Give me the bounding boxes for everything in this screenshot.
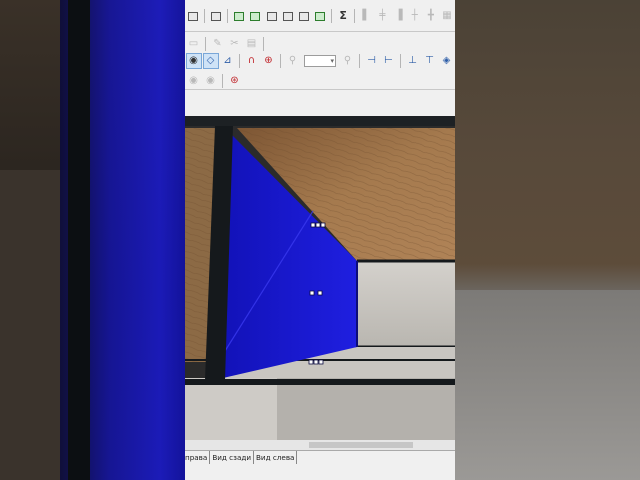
table-icon[interactable]: [233, 9, 246, 23]
toolbar-divider: [185, 31, 455, 32]
paste-icon[interactable]: ▤: [245, 37, 259, 51]
more-icon[interactable]: ╋: [424, 9, 437, 23]
toolbar-separator: [263, 37, 264, 51]
mirror-icon[interactable]: ⊤: [423, 54, 437, 68]
folder-icon[interactable]: ▭: [187, 37, 201, 51]
tab-left-view[interactable]: Вид слева: [254, 451, 298, 464]
flip-icon[interactable]: ⊥: [406, 54, 420, 68]
toolbar-separator: [354, 9, 356, 23]
tab-back-view[interactable]: Вид сзади: [210, 451, 254, 464]
hide-icon[interactable]: ◉: [204, 74, 218, 88]
handle-center[interactable]: [317, 290, 323, 296]
distribute-icon[interactable]: ┼: [408, 9, 421, 23]
target-icon[interactable]: ⊕: [262, 54, 276, 68]
search-icon[interactable]: ⚲: [341, 54, 355, 68]
properties-icon[interactable]: [210, 9, 223, 23]
ceiling-beam: [185, 116, 455, 126]
toolbar-separator: [222, 74, 223, 88]
magnet-icon[interactable]: ∩: [245, 54, 259, 68]
snap-icon[interactable]: ⊣: [365, 54, 379, 68]
toolbar-separator: [400, 54, 401, 68]
align-left-icon[interactable]: ▌: [360, 9, 373, 23]
zoom-select[interactable]: ▾: [304, 55, 336, 67]
sum-icon[interactable]: Σ: [337, 9, 350, 23]
tag-icon[interactable]: ◈: [440, 54, 454, 68]
status-bar: [185, 464, 455, 480]
toolbar-separator: [239, 54, 240, 68]
tab-right-view[interactable]: права: [185, 451, 211, 464]
view-toolbar: ◉ ◇ ⊿ ∩ ⊕ ⚲ ▾ ⚲ ⊣ ⊢ ⊥ ⊤ ◈: [185, 52, 455, 70]
main-toolbar: Σ ▌ ╪ ▐ ┼ ╋ ▦: [185, 4, 455, 28]
handle-bottom[interactable]: [318, 359, 324, 365]
scrollbar-thumb[interactable]: [309, 442, 413, 448]
handle-top[interactable]: [320, 222, 326, 228]
save-icon[interactable]: [297, 9, 310, 23]
export-icon[interactable]: [265, 9, 278, 23]
import-icon[interactable]: [281, 9, 294, 23]
zoom-icon[interactable]: ⚲: [286, 54, 300, 68]
background-right: [455, 0, 640, 480]
rotate-icon[interactable]: ⊢: [382, 54, 396, 68]
copy-icon[interactable]: [249, 9, 262, 23]
horizontal-scrollbar[interactable]: [185, 440, 455, 450]
background-frame-blur: [68, 0, 90, 480]
toolbar-separator: [280, 54, 281, 68]
handle-bottom[interactable]: [308, 359, 314, 365]
viewport-render: [185, 116, 455, 440]
edit-icon[interactable]: ✎: [211, 37, 225, 51]
3d-viewport[interactable]: [185, 116, 455, 440]
cad-application-window: Σ ▌ ╪ ▐ ┼ ╋ ▦ ▭ ✎ ✂ ▤ ◉ ◇ ⊿ ∩ ⊕ ⚲ ▾ ⚲ ⊣ …: [185, 0, 455, 480]
toolbar-divider: [185, 89, 455, 90]
grid-icon[interactable]: ▦: [440, 9, 453, 23]
display-toolbar: ◉ ◉ ⊛: [185, 71, 455, 91]
background-floor-right: [455, 290, 640, 480]
handle-top[interactable]: [310, 222, 316, 228]
stop-icon[interactable]: ⊛: [228, 74, 242, 88]
background-left: [0, 0, 185, 480]
layers-icon[interactable]: [187, 9, 200, 23]
handle-top[interactable]: [315, 222, 321, 228]
show-icon[interactable]: ◉: [187, 74, 201, 88]
toolbar-separator: [204, 9, 206, 23]
align-center-icon[interactable]: ╪: [376, 9, 389, 23]
cut-icon[interactable]: ✂: [228, 37, 242, 51]
toolbar-separator: [359, 54, 360, 68]
eye-icon[interactable]: ◉: [185, 53, 202, 69]
settings-icon[interactable]: [313, 9, 326, 23]
measure-icon[interactable]: ⊿: [221, 54, 235, 68]
edit-toolbar: ▭ ✎ ✂ ▤: [185, 34, 455, 54]
view-tabs: права Вид сзади Вид слева: [185, 450, 455, 464]
concrete-back-wall: [357, 261, 455, 347]
handle-bottom[interactable]: [313, 359, 319, 365]
handle-center[interactable]: [309, 290, 315, 296]
vertex-edit-icon[interactable]: ◇: [202, 53, 219, 69]
toolbar-separator: [205, 37, 206, 51]
toolbar-separator: [331, 9, 333, 23]
toolbar-separator: [227, 9, 229, 23]
align-right-icon[interactable]: ▐: [392, 9, 405, 23]
